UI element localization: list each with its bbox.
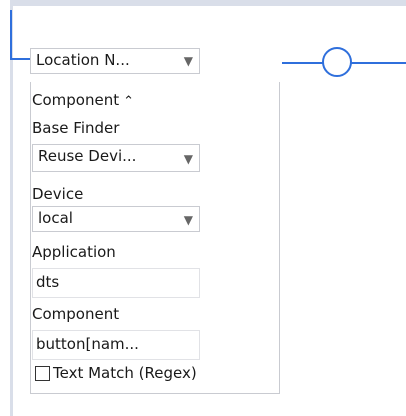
triangle-down-icon: ▼ [183, 213, 193, 227]
device-value: local [38, 209, 73, 227]
location-dropdown[interactable]: Location N... ▼ [30, 48, 200, 74]
location-dropdown-value: Location N... [36, 51, 130, 69]
device-dropdown[interactable]: local ▼ [32, 206, 200, 232]
text-match-checkbox[interactable] [35, 366, 50, 381]
base-finder-dropdown[interactable]: Reuse Devi... ▼ [32, 144, 200, 172]
connector-line-vertical [10, 10, 12, 60]
chevron-up-icon[interactable]: ⌃ [123, 94, 134, 109]
connector-line-right [350, 62, 406, 64]
triangle-down-icon: ▼ [183, 54, 193, 68]
base-finder-label: Base Finder [32, 119, 120, 137]
text-match-label: Text Match (Regex) [53, 364, 197, 382]
connector-line-horizontal [10, 58, 32, 60]
base-finder-value: Reuse Devi... [38, 147, 137, 165]
circle-node-icon[interactable] [322, 47, 352, 77]
component-header-label: Component [32, 91, 120, 109]
workflow-rail-left [10, 0, 13, 416]
component-label: Component [32, 305, 120, 323]
component-header[interactable]: Component ⌃ [32, 90, 134, 112]
device-label: Device [32, 185, 84, 203]
application-input[interactable]: dts [32, 268, 200, 298]
application-label: Application [32, 243, 116, 261]
connector-line-left [282, 62, 324, 64]
triangle-down-icon: ▼ [183, 152, 193, 166]
component-input[interactable]: button[nam... [32, 330, 200, 360]
workflow-rail-top [10, 0, 406, 6]
